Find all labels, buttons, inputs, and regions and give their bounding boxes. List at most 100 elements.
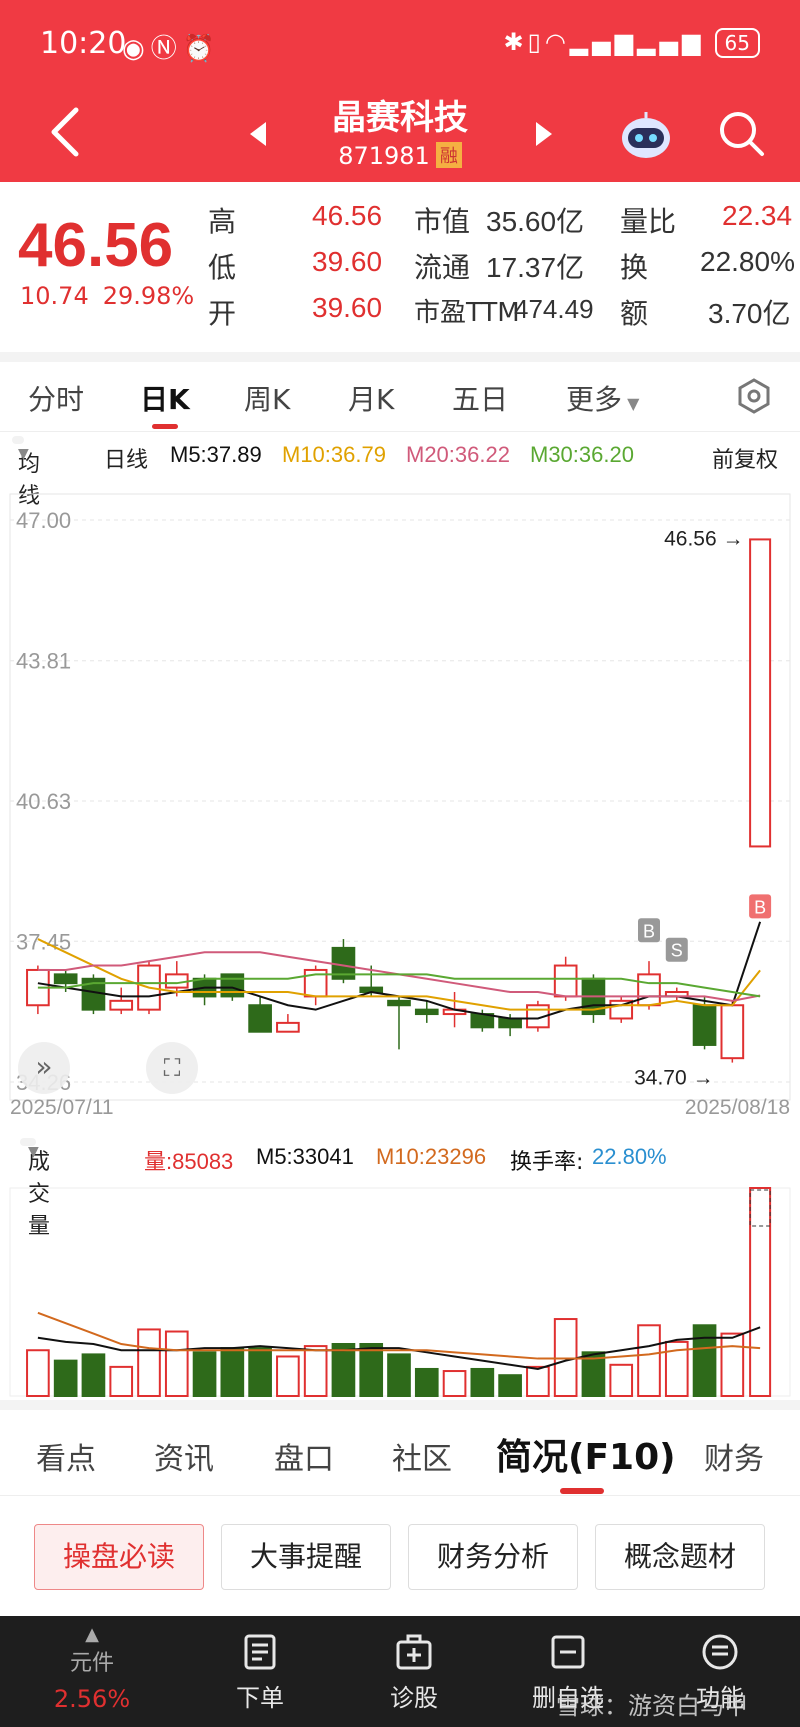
volume-indicator-selector[interactable]: 成交量 ▼ bbox=[20, 1138, 50, 1239]
candle-body bbox=[637, 973, 661, 1007]
candle-body bbox=[720, 1004, 745, 1060]
nav-bar: 晶赛科技 871981 融 bbox=[0, 90, 800, 182]
volume-bar bbox=[192, 1351, 217, 1398]
watermark: 雪球：游资白马甲 bbox=[556, 1692, 748, 1720]
tab-f10-profile[interactable]: 简况(F10) bbox=[496, 1428, 676, 1480]
volume-bar bbox=[81, 1353, 106, 1397]
volume-bar bbox=[220, 1347, 245, 1398]
active-tab-indicator bbox=[560, 1488, 604, 1494]
volume-bar bbox=[414, 1367, 439, 1398]
bottom-nav: ▲ 元件 2.56% 下单 诊股 删自选 功能 雪球：游资白马甲 bbox=[0, 1616, 800, 1727]
quote-panel: 46.56 10.74 29.98% 高 46.56 市值 35.60亿 量比 2… bbox=[0, 182, 800, 352]
market-cap-value: 35.60亿 bbox=[486, 206, 585, 237]
margin-badge: 融 bbox=[435, 142, 462, 168]
change-pct: 29.98% bbox=[102, 282, 195, 310]
caret-down-icon: ▼ bbox=[622, 394, 640, 413]
battery-icon: 65 bbox=[714, 28, 760, 58]
ma30-label: M30:36.20 bbox=[530, 442, 634, 467]
volume-bar bbox=[526, 1365, 550, 1398]
menu-circle-icon bbox=[702, 1634, 738, 1670]
status-left-icons: ◉Ⓝ⏰ bbox=[122, 28, 221, 65]
period-tabs: 分时 日K 周K 月K 五日 更多 ▼ bbox=[0, 362, 800, 432]
adjust-mode[interactable]: 前复权 bbox=[712, 442, 778, 474]
alarm-icon: ⏰ bbox=[182, 34, 222, 64]
stock-code: 871981 bbox=[338, 142, 430, 170]
sector-summary[interactable]: ▲ 元件 2.56% bbox=[32, 1624, 152, 1713]
tab-five-day[interactable]: 五日 bbox=[452, 378, 508, 418]
low-label: 低 bbox=[208, 251, 237, 284]
eye-icon: ◉ bbox=[122, 34, 151, 64]
status-time: 10:20 bbox=[40, 26, 127, 61]
volume-bar bbox=[109, 1365, 134, 1398]
high-value: 46.56 bbox=[312, 200, 383, 231]
volume-bar bbox=[749, 1187, 772, 1397]
signal-icon: ▂▄▆ bbox=[569, 28, 638, 56]
concept-themes-button[interactable]: 概念题材 bbox=[595, 1524, 765, 1590]
volume-bar bbox=[609, 1363, 634, 1398]
events-button[interactable]: 大事提醒 bbox=[221, 1524, 391, 1590]
turnover-rate-value: 22.80% bbox=[592, 1144, 667, 1169]
float-cap-label: 流通 bbox=[414, 251, 471, 284]
minus-box-icon bbox=[551, 1635, 585, 1669]
turnover-rate-label: 换手率: bbox=[510, 1150, 584, 1175]
max-price-label: 46.56 → bbox=[664, 527, 743, 550]
fullscreen-icon: ⛶ bbox=[163, 1054, 181, 1082]
tab-community[interactable]: 社区 bbox=[392, 1434, 452, 1478]
indicator-selector[interactable]: 均线 ▼ bbox=[12, 436, 40, 509]
chart-settings-icon[interactable] bbox=[736, 378, 772, 414]
buy-marker-latest: B bbox=[754, 897, 766, 917]
volume-bar bbox=[553, 1318, 578, 1397]
diagnose-stock-button[interactable]: 诊股 bbox=[354, 1632, 474, 1713]
candlestick-chart[interactable]: 47.0043.8140.6337.4534.2646.56 →34.70 →B… bbox=[0, 474, 800, 1134]
volume-bar bbox=[498, 1374, 522, 1397]
candle-body bbox=[109, 999, 134, 1011]
tab-news[interactable]: 资讯 bbox=[154, 1434, 214, 1478]
min-price-label: 34.70 → bbox=[634, 1067, 713, 1090]
tab-more[interactable]: 更多 ▼ bbox=[566, 378, 639, 418]
volume-bar bbox=[303, 1345, 328, 1397]
volume-bar bbox=[248, 1347, 272, 1398]
tab-order-book[interactable]: 盘口 bbox=[274, 1434, 334, 1478]
trading-guide-button[interactable]: 操盘必读 bbox=[34, 1524, 204, 1590]
expand-chart-button[interactable]: » bbox=[18, 1042, 70, 1094]
candle-body bbox=[692, 1004, 717, 1046]
stock-name: 晶赛科技 bbox=[332, 98, 468, 138]
volume-legend: 成交量 ▼ 量:85083 M5:33041 M10:23296 换手率: 22… bbox=[0, 1138, 800, 1239]
candle-body bbox=[220, 973, 245, 998]
ma5-label: M5:37.89 bbox=[170, 442, 262, 467]
volume-bar bbox=[442, 1370, 467, 1397]
financial-analysis-button[interactable]: 财务分析 bbox=[408, 1524, 578, 1590]
candle-body bbox=[248, 1004, 272, 1033]
volume-bar bbox=[26, 1349, 50, 1398]
high-label: 高 bbox=[208, 205, 237, 238]
x-label-end: 2025/08/18 bbox=[685, 1096, 790, 1119]
place-order-button[interactable]: 下单 bbox=[200, 1632, 320, 1713]
buy-marker: B bbox=[643, 921, 655, 941]
sector-change-pct: 2.56% bbox=[53, 1685, 131, 1713]
next-stock-icon[interactable] bbox=[534, 120, 554, 148]
search-icon[interactable] bbox=[716, 108, 766, 158]
volume-value: 量:85083 bbox=[144, 1149, 234, 1174]
change-abs: 10.74 bbox=[20, 282, 89, 310]
tab-monthly-k[interactable]: 月K bbox=[348, 378, 394, 418]
tab-intraday[interactable]: 分时 bbox=[28, 378, 84, 418]
current-price: 46.56 bbox=[18, 211, 174, 280]
volume-bar bbox=[276, 1355, 300, 1397]
candle-body bbox=[53, 973, 78, 985]
caret-down-icon: ▼ bbox=[18, 446, 29, 462]
tab-weekly-k[interactable]: 周K bbox=[244, 378, 290, 418]
volume-bar bbox=[53, 1359, 78, 1397]
volume-ratio-label: 量比 bbox=[620, 205, 677, 238]
tab-finance[interactable]: 财务 bbox=[704, 1434, 764, 1478]
volume-bar bbox=[387, 1353, 411, 1397]
tab-highlights[interactable]: 看点 bbox=[36, 1434, 96, 1478]
low-value: 39.60 bbox=[312, 246, 383, 277]
ma-legend: 均线 ▼ 日线 M5:37.89 M10:36.79 M20:36.22 M30… bbox=[0, 432, 800, 509]
robot-assistant-icon[interactable] bbox=[618, 108, 674, 164]
fullscreen-button[interactable]: ⛶ bbox=[146, 1042, 198, 1094]
volume-chart[interactable] bbox=[0, 1178, 800, 1400]
tab-daily-k[interactable]: 日K bbox=[140, 378, 190, 418]
volume-bar bbox=[359, 1343, 384, 1397]
status-right-icons: ✱▯◠▂▄▆▂▄▆ 65 bbox=[504, 28, 760, 58]
pe-ttm-value: 474.49 bbox=[514, 294, 594, 324]
